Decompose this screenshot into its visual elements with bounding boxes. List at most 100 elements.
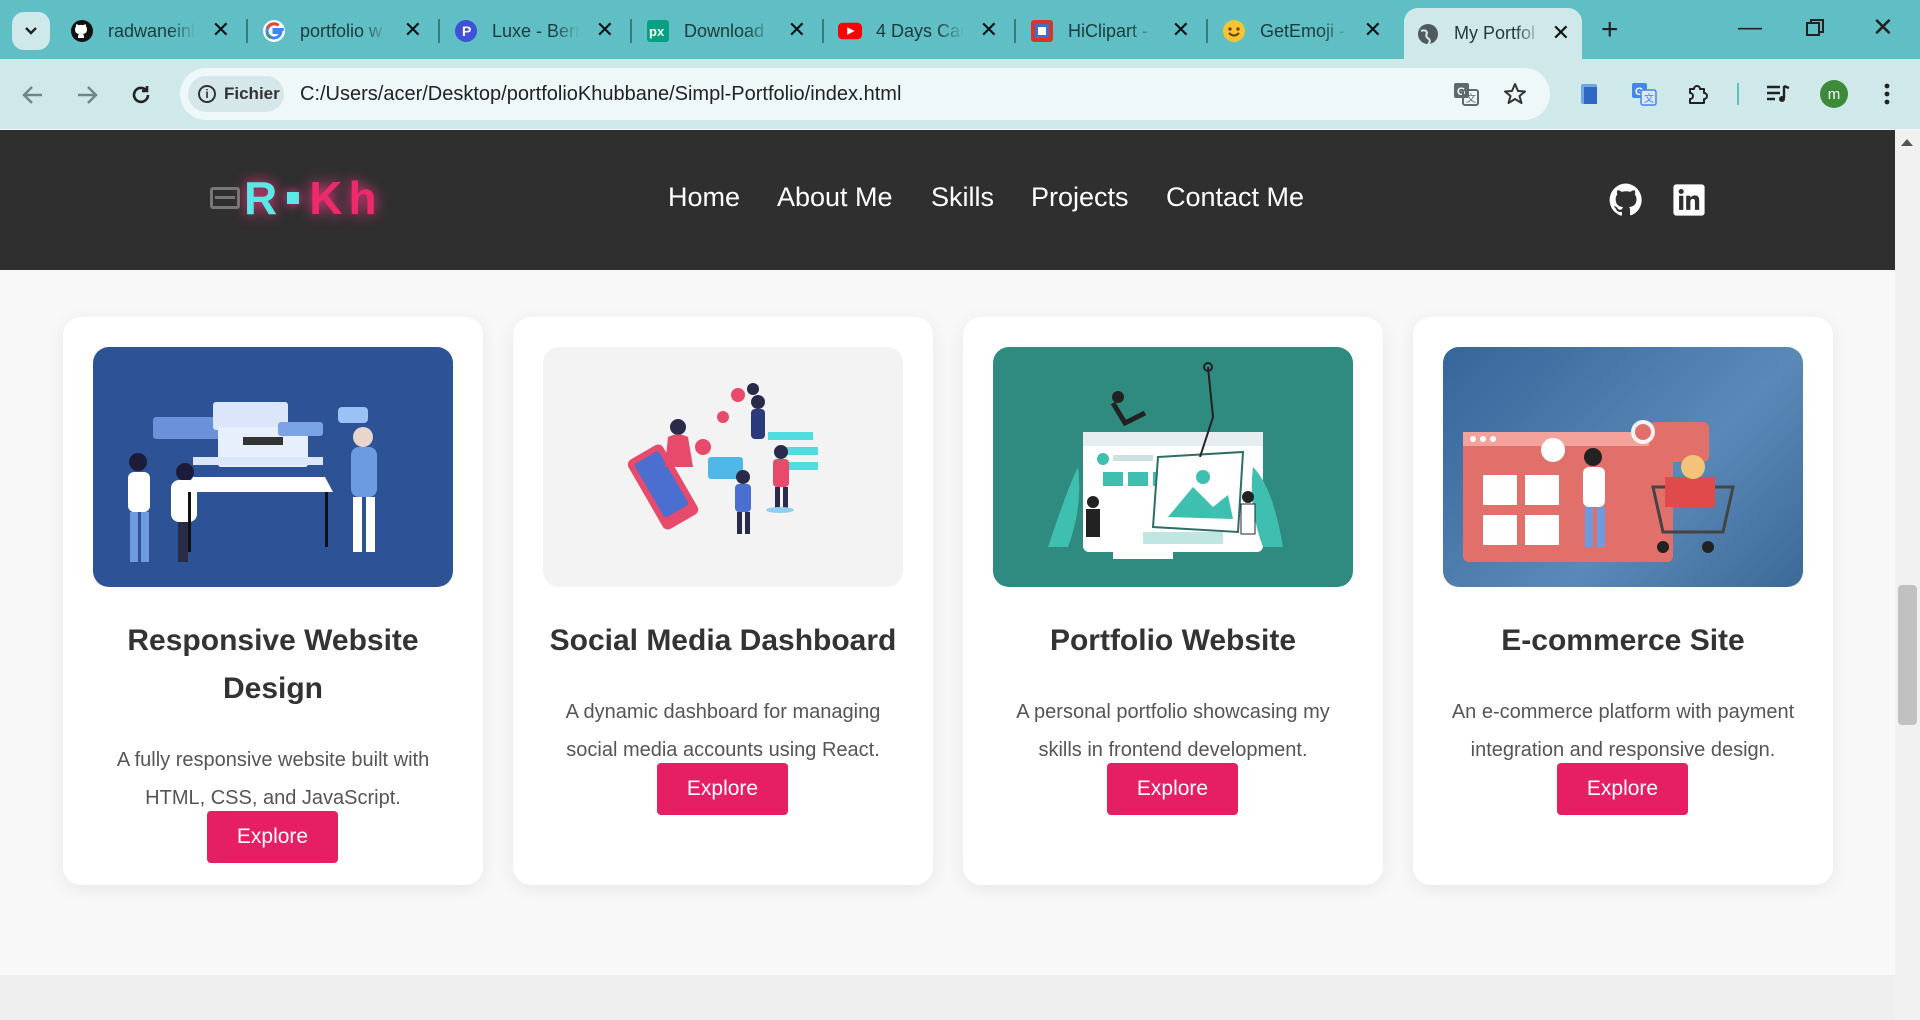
project-image-ecommerce: [1443, 347, 1803, 587]
kebab-menu-icon: [1884, 83, 1890, 105]
site-info-label: Fichier: [224, 84, 280, 103]
new-tab-button[interactable]: +: [1601, 15, 1619, 45]
tab-0-title: radwaneinl: [108, 20, 196, 41]
tab-1[interactable]: portfolio w ✕: [262, 13, 422, 49]
google-translate-ext-button[interactable]: G文: [1630, 80, 1658, 108]
close-icon[interactable]: ✕: [980, 19, 998, 41]
translate-page-button[interactable]: G文: [1452, 80, 1480, 108]
project-card-ecommerce: E-commerce Site An e-commerce platform w…: [1413, 317, 1833, 885]
toolbar-divider: [1737, 83, 1739, 105]
nav-projects[interactable]: Projects: [1031, 182, 1129, 213]
tab-0[interactable]: radwaneinl ✕: [70, 13, 230, 49]
puzzle-icon: [1689, 85, 1708, 104]
tab-3[interactable]: px Download ✕: [646, 13, 806, 49]
profile-avatar[interactable]: m: [1820, 80, 1848, 108]
chevron-down-icon: [25, 27, 37, 35]
linkedin-icon: [1673, 184, 1705, 216]
project-description: An e-commerce platform with payment inte…: [1451, 701, 1795, 761]
arrow-right-icon: [78, 86, 98, 104]
music-queue-icon: [1767, 84, 1790, 102]
restore-button[interactable]: [1806, 16, 1824, 44]
project-description: A dynamic dashboard for managing social …: [565, 701, 881, 761]
nav-about-me[interactable]: About Me: [777, 182, 893, 213]
tab-5[interactable]: HiClipart - ✕: [1030, 13, 1190, 49]
github-link[interactable]: [1608, 182, 1644, 218]
github-icon: [70, 19, 94, 43]
tab-2-title: Luxe - Berr: [492, 20, 580, 41]
svg-text:P: P: [462, 23, 471, 39]
tab-divider: [1206, 19, 1208, 43]
browser-menu-button[interactable]: [1873, 80, 1901, 108]
sidepanel-icon: [1581, 84, 1597, 104]
close-icon[interactable]: ✕: [404, 19, 422, 41]
project-image-portfolio: [993, 347, 1353, 587]
project-image-social-media: [543, 347, 903, 587]
site-logo[interactable]: R Kh: [210, 172, 383, 224]
tab-7-title: My Portfol: [1454, 23, 1536, 43]
linkedin-link[interactable]: [1671, 182, 1707, 218]
back-button[interactable]: [20, 82, 46, 108]
close-icon[interactable]: ✕: [1364, 19, 1382, 41]
tab-2[interactable]: P Luxe - Berr ✕: [454, 13, 614, 49]
logo-right-letters: Kh: [309, 172, 383, 224]
page-scrollbar[interactable]: [1895, 130, 1920, 1020]
nav-home[interactable]: Home: [668, 182, 740, 213]
pexels-icon: px: [646, 19, 670, 43]
minimize-button[interactable]: —: [1738, 14, 1762, 42]
reading-mode-button[interactable]: [1576, 80, 1604, 108]
tab-6[interactable]: GetEmoji - ✕: [1222, 13, 1382, 49]
project-title: Portfolio Website: [1049, 624, 1297, 657]
close-icon[interactable]: ✕: [788, 19, 806, 41]
nav-skills[interactable]: Skills: [931, 182, 994, 213]
project-image-responsive: [93, 347, 453, 587]
p-logo-icon: P: [454, 19, 478, 43]
close-icon[interactable]: ✕: [596, 19, 614, 41]
github-icon: [1609, 183, 1642, 216]
tab-4[interactable]: 4 Days Car ✕: [838, 13, 998, 49]
forward-button[interactable]: [74, 82, 100, 108]
project-title: Social Media Dashboard: [549, 624, 897, 657]
google-icon: [262, 19, 286, 43]
project-card-responsive: Responsive Website Design A fully respon…: [63, 317, 483, 885]
project-description: A fully responsive website built with HT…: [116, 749, 430, 809]
close-window-button[interactable]: ✕: [1872, 12, 1894, 43]
project-title: Responsive Website Design: [127, 624, 419, 705]
tab-6-title: GetEmoji -: [1260, 20, 1346, 41]
tab-7-active[interactable]: My Portfol ✕: [1404, 8, 1582, 59]
restore-icon: [1806, 19, 1824, 36]
tab-search-button[interactable]: [12, 12, 50, 50]
tab-divider: [630, 19, 632, 43]
explore-button[interactable]: Explore: [1107, 763, 1238, 815]
bookmark-star-button[interactable]: [1501, 80, 1529, 108]
tab-divider: [822, 19, 824, 43]
extensions-button[interactable]: [1684, 80, 1712, 108]
scrollbar-thumb[interactable]: [1898, 585, 1917, 725]
google-translate-icon: G文: [1632, 83, 1657, 106]
close-icon[interactable]: ✕: [1552, 22, 1570, 44]
reload-button[interactable]: [128, 82, 154, 108]
star-icon: [1504, 83, 1526, 104]
info-icon: i: [198, 85, 216, 103]
site-info-chip[interactable]: i Fichier: [188, 76, 284, 112]
globe-icon: [1416, 22, 1440, 46]
tab-3-title: Download: [684, 20, 765, 41]
svg-text:文: 文: [1644, 92, 1654, 105]
scroll-up-arrow-icon[interactable]: [1901, 139, 1913, 146]
nav-contact-me[interactable]: Contact Me: [1166, 182, 1304, 213]
project-description: A personal portfolio showcasing my skill…: [1016, 701, 1330, 761]
explore-button[interactable]: Explore: [207, 811, 338, 863]
tab-divider: [1014, 19, 1016, 43]
tab-4-title: 4 Days Car: [876, 20, 964, 41]
close-icon[interactable]: ✕: [1172, 19, 1190, 41]
explore-button[interactable]: Explore: [657, 763, 788, 815]
media-controls-button[interactable]: [1764, 80, 1792, 108]
svg-text:G: G: [1457, 86, 1466, 98]
close-icon[interactable]: ✕: [212, 19, 230, 41]
url-text[interactable]: C:/Users/acer/Desktop/portfolioKhubbane/…: [300, 83, 901, 106]
tab-divider: [438, 19, 440, 43]
explore-button[interactable]: Explore: [1557, 763, 1688, 815]
logo-dot: [287, 192, 300, 204]
project-card-social-media: Social Media Dashboard A dynamic dashboa…: [513, 317, 933, 885]
tab-5-title: HiClipart -: [1068, 20, 1149, 41]
translate-icon: G文: [1454, 83, 1479, 106]
